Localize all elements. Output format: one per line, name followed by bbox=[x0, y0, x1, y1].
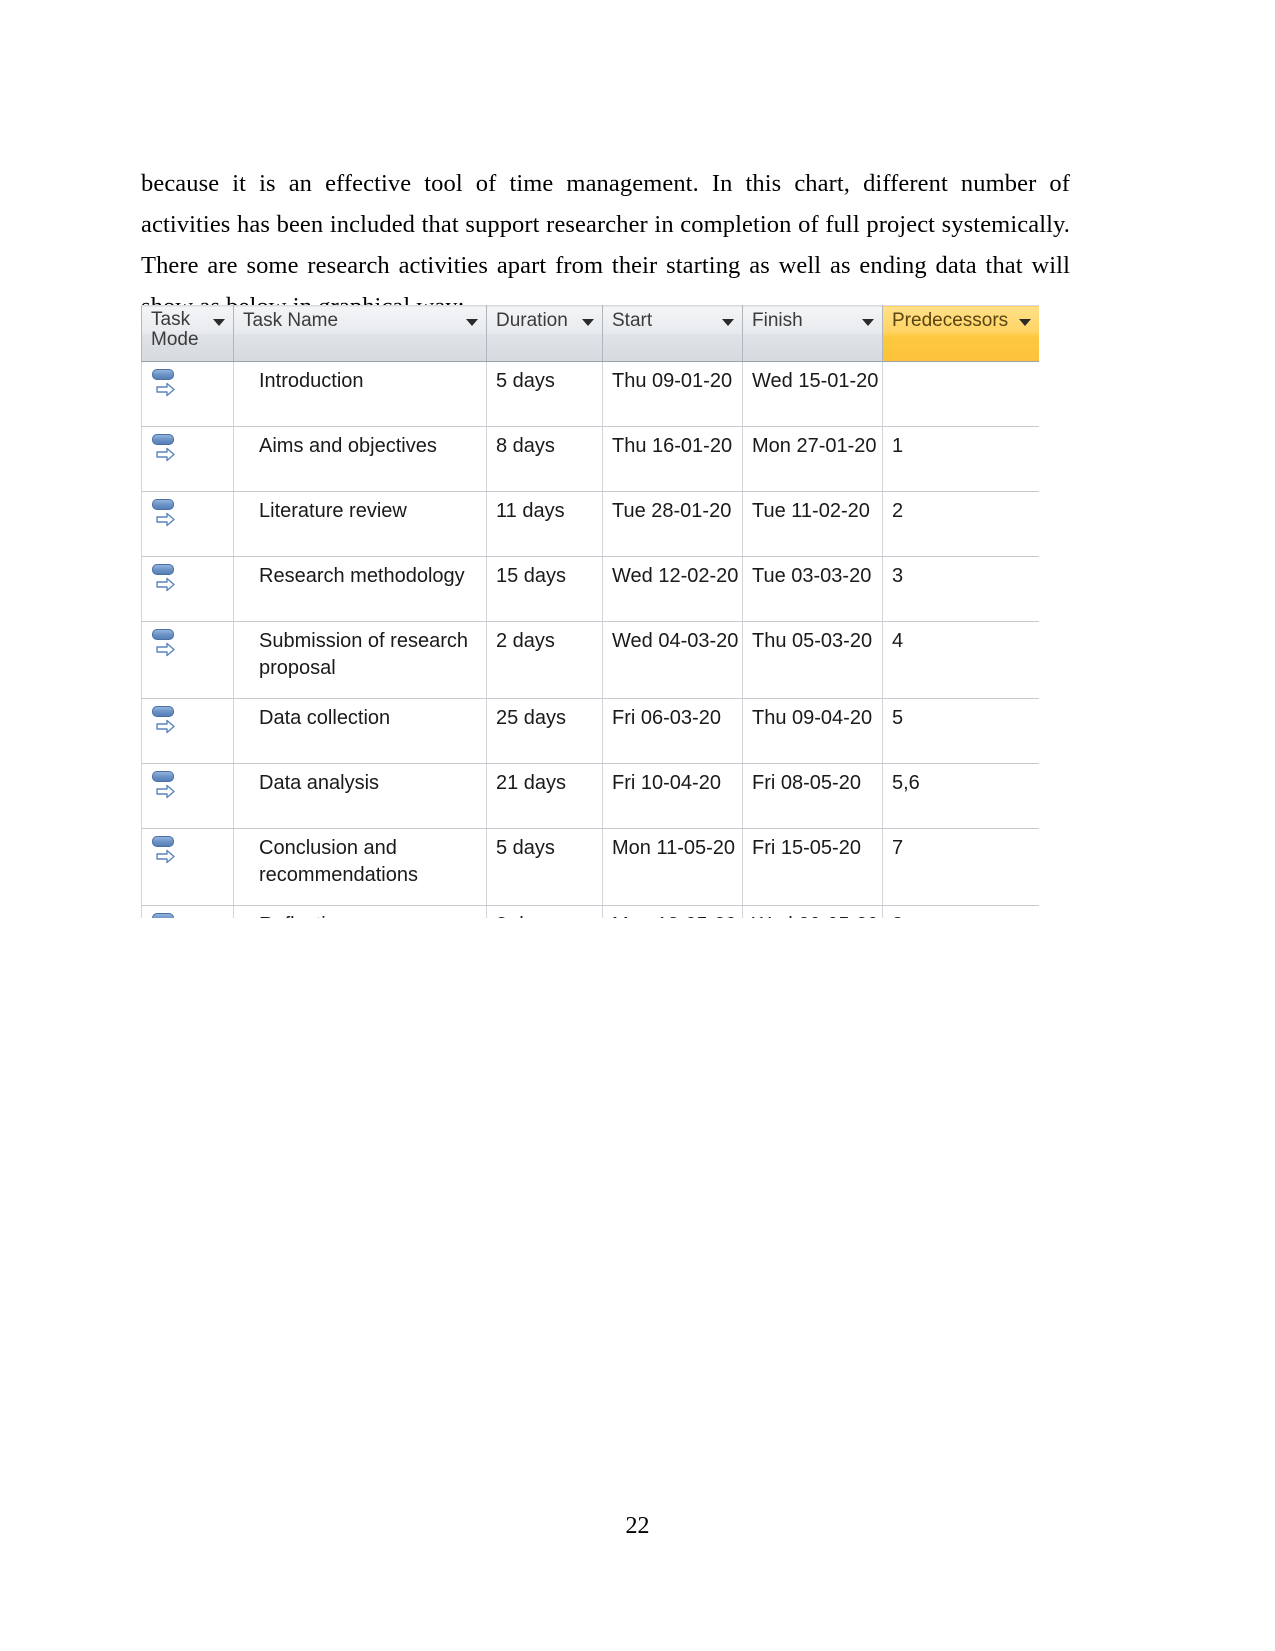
cell-task-name[interactable]: Data analysis bbox=[233, 763, 487, 829]
cell-task-mode[interactable] bbox=[141, 426, 234, 492]
cell-start[interactable]: Wed 04-03-20 bbox=[602, 621, 743, 699]
document-page: because it is an effective tool of time … bbox=[0, 0, 1275, 1651]
task-mode-header-label: Task Mode bbox=[151, 309, 199, 350]
cell-task-name[interactable]: Research methodology bbox=[233, 556, 487, 622]
cell-finish[interactable]: Fri 08-05-20 bbox=[742, 763, 883, 829]
column-header-finish[interactable]: Finish bbox=[742, 305, 883, 362]
filter-dropdown-icon[interactable] bbox=[582, 319, 594, 326]
start-header-label: Start bbox=[612, 310, 653, 331]
cell-finish[interactable]: Tue 11-02-20 bbox=[742, 491, 883, 557]
task-grid-body: Introduction 5 days Thu 09-01-20 Wed 15-01-… bbox=[141, 361, 1039, 918]
cell-predecessors[interactable]: 3 bbox=[882, 556, 1039, 622]
cell-start[interactable]: Mon 11-05-20 bbox=[602, 828, 743, 906]
cell-task-mode[interactable] bbox=[141, 763, 234, 829]
task-name-header-label: Task Name bbox=[243, 310, 339, 331]
filter-dropdown-icon[interactable] bbox=[466, 319, 478, 326]
cell-task-mode[interactable] bbox=[141, 698, 234, 764]
table-row[interactable]: Literature review 11 days Tue 28-01-20 Tue … bbox=[141, 491, 1039, 557]
cell-start[interactable]: Thu 16-01-20 bbox=[602, 426, 743, 492]
cell-duration[interactable]: 25 days bbox=[486, 698, 603, 764]
cell-duration[interactable]: 8 days bbox=[486, 426, 603, 492]
cell-duration[interactable]: 21 days bbox=[486, 763, 603, 829]
cell-duration[interactable]: 15 days bbox=[486, 556, 603, 622]
cell-finish[interactable]: Wed 20-05-20 bbox=[742, 905, 883, 918]
auto-scheduled-icon[interactable] bbox=[151, 434, 181, 466]
cell-predecessors[interactable]: 5 bbox=[882, 698, 1039, 764]
cell-predecessors[interactable]: 5,6 bbox=[882, 763, 1039, 829]
auto-scheduled-icon[interactable] bbox=[151, 499, 181, 531]
gantt-task-table: Task Mode Task Name Duration Start Finis… bbox=[141, 305, 1039, 918]
table-row[interactable]: Submission of research proposal 2 days Wed… bbox=[141, 621, 1039, 699]
cell-task-name[interactable]: Submission of research proposal bbox=[233, 621, 487, 699]
auto-scheduled-icon[interactable] bbox=[151, 629, 181, 661]
table-row[interactable]: Data collection 25 days Fri 06-03-20 Thu 09… bbox=[141, 698, 1039, 764]
table-row[interactable]: Aims and objectives 8 days Thu 16-01-20 Mon… bbox=[141, 426, 1039, 492]
cell-duration[interactable]: 5 days bbox=[486, 828, 603, 906]
cell-task-name[interactable]: Data collection bbox=[233, 698, 487, 764]
cell-duration[interactable]: 5 days bbox=[486, 361, 603, 427]
auto-scheduled-icon[interactable] bbox=[151, 836, 181, 868]
cell-task-mode[interactable] bbox=[141, 361, 234, 427]
cell-finish[interactable]: Thu 05-03-20 bbox=[742, 621, 883, 699]
page-number: 22 bbox=[625, 1513, 650, 1539]
filter-dropdown-icon[interactable] bbox=[1019, 319, 1031, 326]
cell-task-name[interactable]: Literature review bbox=[233, 491, 487, 557]
duration-header-label: Duration bbox=[496, 310, 568, 331]
cell-task-mode[interactable] bbox=[141, 556, 234, 622]
body-paragraph: because it is an effective tool of time … bbox=[141, 169, 1070, 320]
filter-dropdown-icon[interactable] bbox=[213, 319, 225, 326]
cell-task-name[interactable]: Aims and objectives bbox=[233, 426, 487, 492]
cell-task-name[interactable]: Conclusion and recommendations bbox=[233, 828, 487, 906]
auto-scheduled-icon[interactable] bbox=[151, 771, 181, 803]
table-row[interactable]: Introduction 5 days Thu 09-01-20 Wed 15-01-… bbox=[141, 361, 1039, 427]
table-row[interactable]: Conclusion and recommendations 5 days Mon … bbox=[141, 828, 1039, 906]
cell-task-mode[interactable] bbox=[141, 905, 234, 918]
cell-predecessors[interactable]: 4 bbox=[882, 621, 1039, 699]
cell-duration[interactable]: 3 days bbox=[486, 905, 603, 918]
cell-start[interactable]: Tue 28-01-20 bbox=[602, 491, 743, 557]
cell-start[interactable]: Mon 18-05-20 bbox=[602, 905, 743, 918]
column-header-task-name[interactable]: Task Name bbox=[233, 305, 487, 362]
cell-task-name[interactable]: Introduction bbox=[233, 361, 487, 427]
column-header-start[interactable]: Start bbox=[602, 305, 743, 362]
cell-start[interactable]: Thu 09-01-20 bbox=[602, 361, 743, 427]
task-grid: Task Mode Task Name Duration Start Finis… bbox=[141, 305, 1039, 918]
cell-duration[interactable]: 2 days bbox=[486, 621, 603, 699]
cell-finish[interactable]: Wed 15-01-20 bbox=[742, 361, 883, 427]
cell-task-mode[interactable] bbox=[141, 828, 234, 906]
cell-start[interactable]: Fri 10-04-20 bbox=[602, 763, 743, 829]
cell-finish[interactable]: Mon 27-01-20 bbox=[742, 426, 883, 492]
cell-predecessors[interactable]: 7 bbox=[882, 828, 1039, 906]
cell-finish[interactable]: Tue 03-03-20 bbox=[742, 556, 883, 622]
auto-scheduled-icon[interactable] bbox=[151, 706, 181, 738]
finish-header-label: Finish bbox=[752, 310, 803, 331]
cell-task-mode[interactable] bbox=[141, 491, 234, 557]
cell-start[interactable]: Wed 12-02-20 bbox=[602, 556, 743, 622]
cell-finish[interactable]: Fri 15-05-20 bbox=[742, 828, 883, 906]
auto-scheduled-icon[interactable] bbox=[151, 913, 181, 918]
cell-start[interactable]: Fri 06-03-20 bbox=[602, 698, 743, 764]
table-row[interactable]: Data analysis 21 days Fri 10-04-20 Fri 08-0… bbox=[141, 763, 1039, 829]
cell-finish[interactable]: Thu 09-04-20 bbox=[742, 698, 883, 764]
table-row[interactable]: Research methodology 15 days Wed 12-02-20 T… bbox=[141, 556, 1039, 622]
column-header-task-mode[interactable]: Task Mode bbox=[141, 305, 234, 362]
filter-dropdown-icon[interactable] bbox=[722, 319, 734, 326]
cell-predecessors[interactable]: 1 bbox=[882, 426, 1039, 492]
column-header-duration[interactable]: Duration bbox=[486, 305, 603, 362]
cell-task-mode[interactable] bbox=[141, 621, 234, 699]
column-header-predecessors[interactable]: Predecessors bbox=[882, 305, 1039, 362]
auto-scheduled-icon[interactable] bbox=[151, 369, 181, 401]
cell-predecessors[interactable]: 2 bbox=[882, 491, 1039, 557]
table-row[interactable]: Reflection3 daysMon 18-05-20Wed 20-05-20… bbox=[141, 905, 1039, 918]
predecessors-header-label: Predecessors bbox=[892, 310, 1009, 331]
cell-predecessors[interactable] bbox=[882, 361, 1039, 427]
cell-predecessors[interactable]: 8 bbox=[882, 905, 1039, 918]
auto-scheduled-icon[interactable] bbox=[151, 564, 181, 596]
filter-dropdown-icon[interactable] bbox=[862, 319, 874, 326]
table-header-row: Task Mode Task Name Duration Start Finis… bbox=[141, 305, 1039, 362]
cell-task-name[interactable]: Reflection bbox=[233, 905, 487, 918]
cell-duration[interactable]: 11 days bbox=[486, 491, 603, 557]
